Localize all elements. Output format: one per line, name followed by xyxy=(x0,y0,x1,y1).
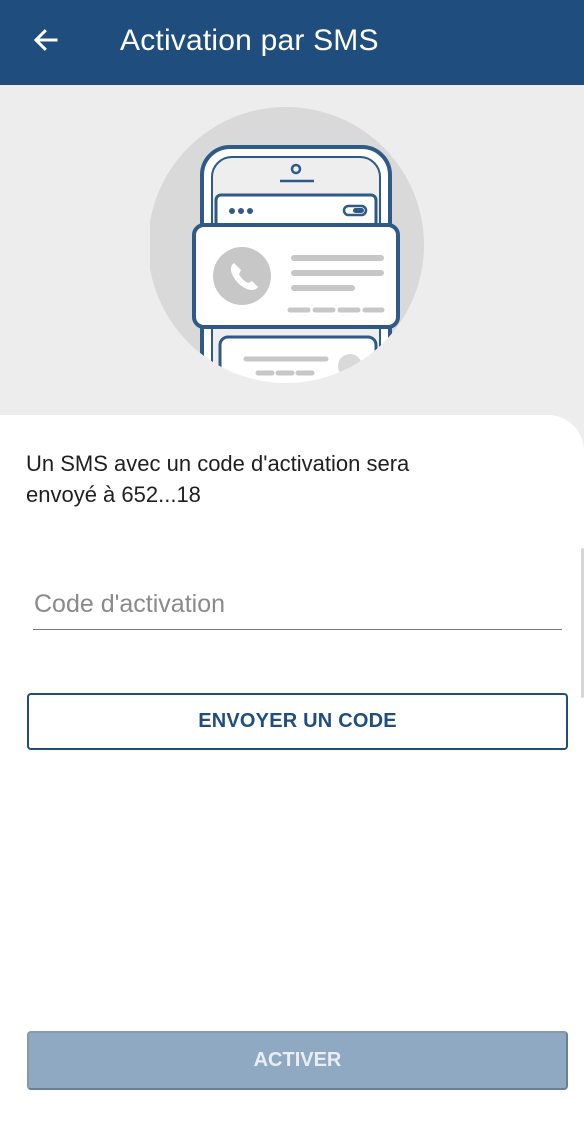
back-button[interactable] xyxy=(22,18,70,62)
arrow-left-icon xyxy=(33,29,58,51)
sms-info-text: Un SMS avec un code d'activation sera en… xyxy=(26,448,526,510)
activation-code-input[interactable] xyxy=(33,585,562,630)
info-line-1: Un SMS avec un code d'activation sera xyxy=(26,451,410,476)
page-title: Activation par SMS xyxy=(120,24,379,57)
hero-area xyxy=(0,85,584,425)
phone-contact-card-illustration xyxy=(150,107,424,383)
app-bar: Activation par SMS xyxy=(0,0,584,85)
form-sheet: Un SMS avec un code d'activation sera en… xyxy=(0,415,584,1129)
info-line-2: envoyé à 652...18 xyxy=(26,482,201,507)
activate-button: ACTIVER xyxy=(27,1031,568,1090)
send-code-button[interactable]: ENVOYER UN CODE xyxy=(27,693,568,750)
